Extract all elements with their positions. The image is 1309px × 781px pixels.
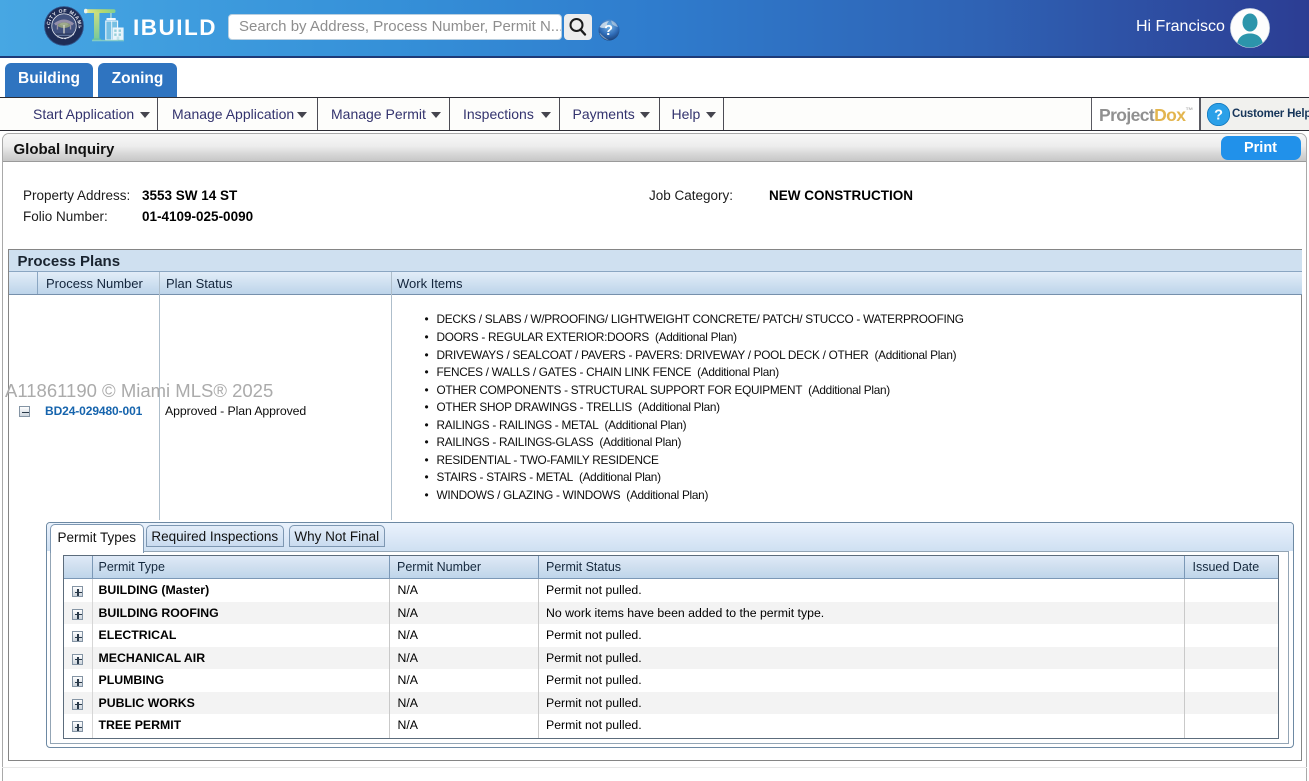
svg-text:?: ? (1214, 108, 1223, 124)
svg-text:?: ? (604, 23, 613, 39)
